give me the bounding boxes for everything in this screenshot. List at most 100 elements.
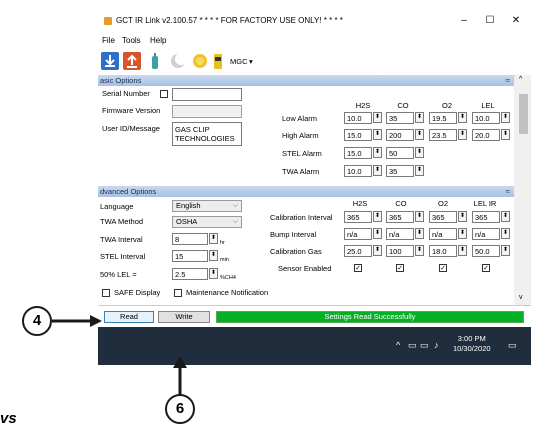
stel-interval-label: STEL Interval bbox=[100, 252, 146, 261]
spinner-icon[interactable]: ⬍ bbox=[458, 228, 467, 239]
advanced-options-header[interactable]: dvanced Options ≈ bbox=[98, 186, 514, 197]
volume-icon[interactable]: ♪ bbox=[434, 340, 439, 350]
safe-display-checkbox[interactable] bbox=[102, 289, 110, 297]
collapse-icon[interactable]: ≈ bbox=[506, 75, 510, 86]
calibration-gas-lel[interactable]: 50.0 bbox=[472, 245, 500, 257]
chevron-up-icon[interactable]: ^ bbox=[396, 340, 400, 350]
scroll-down-icon[interactable]: v bbox=[519, 294, 523, 301]
low-alarm-o2[interactable]: 19.5 bbox=[429, 112, 457, 124]
safe-display-label: SAFE Display bbox=[114, 288, 161, 297]
calibration-interval-h2s[interactable]: 365 bbox=[344, 211, 372, 223]
gas-cylinder-icon[interactable] bbox=[146, 52, 164, 70]
download-icon[interactable] bbox=[101, 52, 119, 70]
calibration-gas-o2[interactable]: 18.0 bbox=[429, 245, 457, 257]
spinner-icon[interactable]: ⬍ bbox=[415, 129, 424, 140]
menu-file[interactable]: File bbox=[102, 36, 115, 45]
user-message-field[interactable]: GAS CLIP TECHNOLOGIES bbox=[172, 122, 242, 146]
network-icon[interactable]: ▭ bbox=[408, 340, 417, 351]
high-alarm-o2[interactable]: 23.5 bbox=[429, 129, 457, 141]
serial-number-field[interactable] bbox=[172, 88, 242, 101]
bump-interval-co[interactable]: n/a bbox=[386, 228, 414, 240]
sensor-enabled-h2s[interactable]: ✓ bbox=[354, 264, 362, 272]
write-button[interactable]: Write bbox=[158, 311, 210, 323]
high-alarm-co[interactable]: 200 bbox=[386, 129, 414, 141]
spinner-icon[interactable]: ⬍ bbox=[415, 165, 424, 176]
spinner-icon[interactable]: ⬍ bbox=[458, 245, 467, 256]
spinner-icon[interactable]: ⬍ bbox=[373, 245, 382, 256]
display-icon[interactable]: ▭ bbox=[420, 340, 429, 351]
scrollbar-thumb[interactable] bbox=[519, 94, 528, 134]
twa-interval-field[interactable]: 8 bbox=[172, 233, 208, 245]
sun-icon[interactable] bbox=[191, 52, 209, 70]
sensor-enabled-lel[interactable]: ✓ bbox=[482, 264, 490, 272]
spinner-icon[interactable]: ⬍ bbox=[373, 147, 382, 158]
spinner-icon[interactable]: ⬍ bbox=[415, 112, 424, 123]
twa-alarm-co[interactable]: 35 bbox=[386, 165, 414, 177]
calibration-interval-lel[interactable]: 365 bbox=[472, 211, 500, 223]
notifications-icon[interactable]: ▭ bbox=[508, 340, 517, 351]
twa-method-select[interactable]: OSHA ⌵ bbox=[172, 216, 242, 228]
language-select[interactable]: English ⌵ bbox=[172, 200, 242, 212]
serial-number-label: Serial Number bbox=[102, 89, 150, 98]
bump-interval-lel[interactable]: n/a bbox=[472, 228, 500, 240]
maintenance-notification-checkbox[interactable] bbox=[174, 289, 182, 297]
stel-alarm-co[interactable]: 50 bbox=[386, 147, 414, 159]
sensor-enabled-co[interactable]: ✓ bbox=[396, 264, 404, 272]
device-dropdown-icon[interactable]: ▾ bbox=[249, 57, 253, 66]
calibration-gas-co[interactable]: 100 bbox=[386, 245, 414, 257]
spinner-icon[interactable]: ⬍ bbox=[209, 233, 218, 244]
spinner-icon[interactable]: ⬍ bbox=[501, 228, 510, 239]
close-button[interactable]: ✕ bbox=[505, 13, 527, 29]
calibration-gas-h2s[interactable]: 25.0 bbox=[344, 245, 372, 257]
read-button[interactable]: Read bbox=[104, 311, 154, 323]
spinner-icon[interactable]: ⬍ bbox=[501, 211, 510, 222]
menu-tools[interactable]: Tools bbox=[122, 36, 141, 45]
spinner-icon[interactable]: ⬍ bbox=[209, 268, 218, 279]
spinner-icon[interactable]: ⬍ bbox=[373, 165, 382, 176]
spinner-icon[interactable]: ⬍ bbox=[415, 147, 424, 158]
high-alarm-h2s[interactable]: 15.0 bbox=[344, 129, 372, 141]
low-alarm-lel[interactable]: 10.0 bbox=[472, 112, 500, 124]
spinner-icon[interactable]: ⬍ bbox=[373, 228, 382, 239]
spinner-icon[interactable]: ⬍ bbox=[415, 228, 424, 239]
spinner-icon[interactable]: ⬍ bbox=[458, 129, 467, 140]
moon-icon[interactable] bbox=[169, 52, 187, 70]
status-progress-bar: Settings Read Successfully bbox=[216, 311, 524, 323]
basic-options-header[interactable]: asic Options ≈ bbox=[98, 75, 514, 86]
sensor-enabled-o2[interactable]: ✓ bbox=[439, 264, 447, 272]
device-selector[interactable]: MGC bbox=[230, 57, 248, 66]
bump-interval-h2s[interactable]: n/a bbox=[344, 228, 372, 240]
detector-icon[interactable] bbox=[212, 52, 224, 70]
calibration-interval-o2[interactable]: 365 bbox=[429, 211, 457, 223]
spinner-icon[interactable]: ⬍ bbox=[501, 245, 510, 256]
spinner-icon[interactable]: ⬍ bbox=[458, 211, 467, 222]
menu-help[interactable]: Help bbox=[150, 36, 166, 45]
low-alarm-h2s[interactable]: 10.0 bbox=[344, 112, 372, 124]
spinner-icon[interactable]: ⬍ bbox=[373, 211, 382, 222]
action-bar: Read Write Settings Read Successfully bbox=[98, 305, 531, 328]
spinner-icon[interactable]: ⬍ bbox=[501, 129, 510, 140]
spinner-icon[interactable]: ⬍ bbox=[501, 112, 510, 123]
spinner-icon[interactable]: ⬍ bbox=[415, 211, 424, 222]
windows-taskbar: ^ ▭ ▭ ♪ 3:00 PM 10/30/2020 ▭ bbox=[98, 327, 531, 365]
maximize-button[interactable]: ☐ bbox=[479, 13, 501, 29]
minimize-button[interactable]: – bbox=[453, 13, 475, 29]
twa-alarm-h2s[interactable]: 10.0 bbox=[344, 165, 372, 177]
bump-interval-o2[interactable]: n/a bbox=[429, 228, 457, 240]
scroll-up-icon[interactable]: ^ bbox=[519, 76, 522, 83]
collapse-icon[interactable]: ≈ bbox=[506, 186, 510, 197]
upload-icon[interactable] bbox=[123, 52, 141, 70]
serial-number-checkbox[interactable] bbox=[160, 90, 168, 98]
taskbar-clock[interactable]: 3:00 PM 10/30/2020 bbox=[453, 334, 491, 354]
spinner-icon[interactable]: ⬍ bbox=[415, 245, 424, 256]
spinner-icon[interactable]: ⬍ bbox=[373, 112, 382, 123]
spinner-icon[interactable]: ⬍ bbox=[209, 250, 218, 261]
stel-interval-field[interactable]: 15 bbox=[172, 250, 208, 262]
lel-equivalence-field[interactable]: 2.5 bbox=[172, 268, 208, 280]
low-alarm-co[interactable]: 35 bbox=[386, 112, 414, 124]
spinner-icon[interactable]: ⬍ bbox=[373, 129, 382, 140]
calibration-interval-co[interactable]: 365 bbox=[386, 211, 414, 223]
spinner-icon[interactable]: ⬍ bbox=[458, 112, 467, 123]
high-alarm-lel[interactable]: 20.0 bbox=[472, 129, 500, 141]
stel-alarm-h2s[interactable]: 15.0 bbox=[344, 147, 372, 159]
